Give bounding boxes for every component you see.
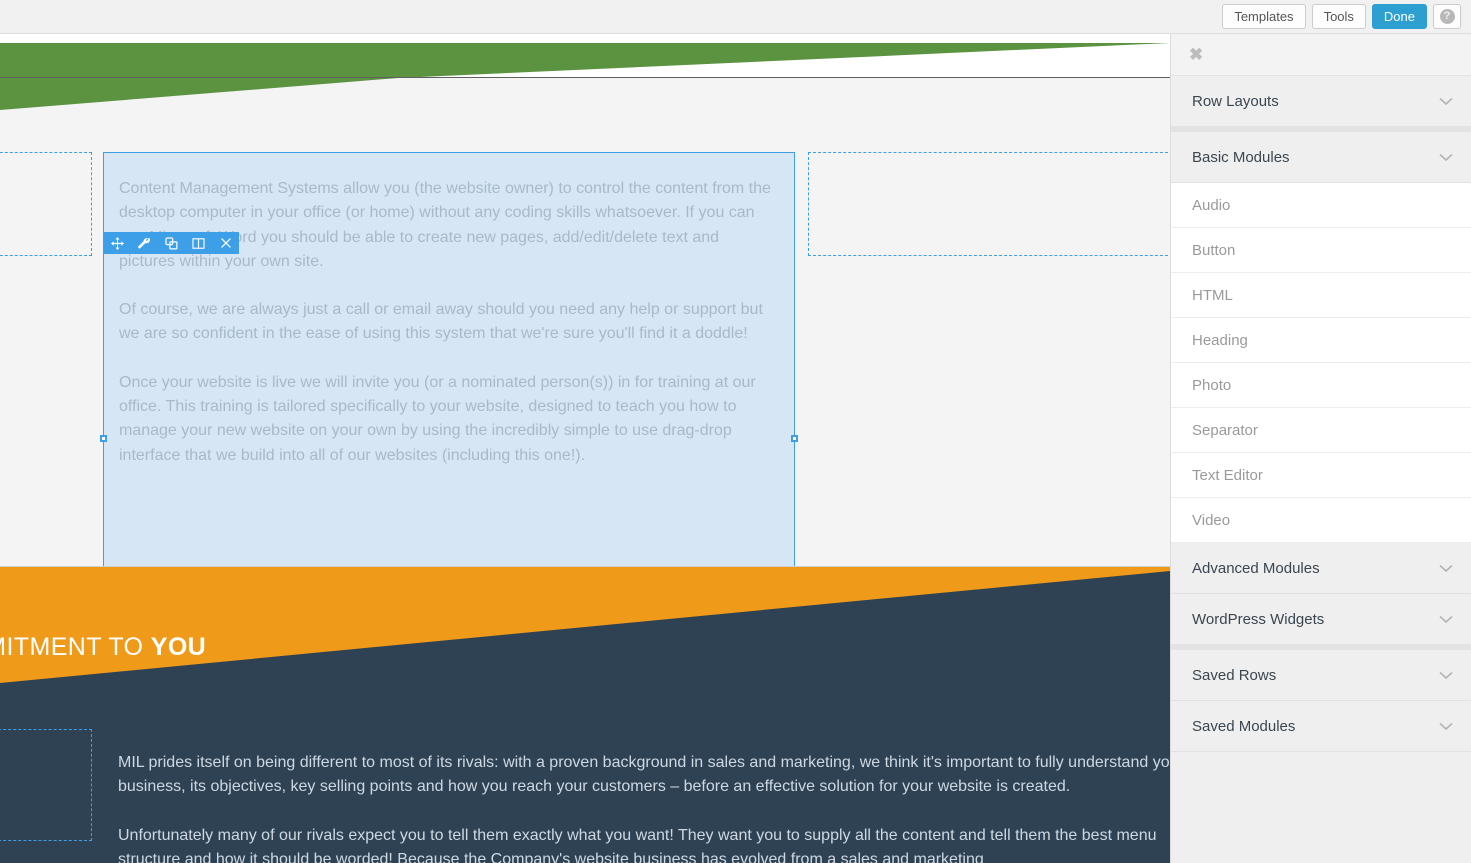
resize-handle-right[interactable] bbox=[791, 435, 798, 442]
empty-column-left[interactable] bbox=[0, 152, 92, 256]
commitment-banner: MMITMENT TO YOU bbox=[0, 566, 1170, 696]
banner-heading-normal: MMITMENT TO bbox=[0, 633, 144, 661]
chevron-down-icon bbox=[1439, 722, 1453, 730]
sidebar-empty-area bbox=[1171, 752, 1471, 863]
sidebar-group-wordpress-widgets[interactable]: WordPress Widgets bbox=[1171, 594, 1471, 645]
help-button[interactable]: ? bbox=[1433, 4, 1461, 29]
page-canvas: Content Management Systems allow you (th… bbox=[0, 34, 1170, 863]
module-toolbar bbox=[104, 232, 239, 254]
sidebar-module-separator[interactable]: Separator bbox=[1171, 408, 1471, 453]
sidebar-module-audio[interactable]: Audio bbox=[1171, 183, 1471, 228]
sidebar-module-text-editor[interactable]: Text Editor bbox=[1171, 453, 1471, 498]
sidebar-module-html[interactable]: HTML bbox=[1171, 273, 1471, 318]
sidebar-close-bar: ✖ bbox=[1171, 34, 1471, 76]
sidebar-close-icon[interactable]: ✖ bbox=[1189, 46, 1203, 63]
dark-paragraph: Unfortunately many of our rivals expect … bbox=[118, 826, 1157, 863]
sidebar-group-label: Saved Rows bbox=[1192, 666, 1277, 684]
sidebar-group-label: Basic Modules bbox=[1192, 148, 1290, 166]
banner-heading-bold: YOU bbox=[150, 633, 207, 661]
columns-icon[interactable] bbox=[185, 232, 212, 254]
sidebar-group-advanced-modules[interactable]: Advanced Modules bbox=[1171, 543, 1471, 594]
sidebar-module-heading[interactable]: Heading bbox=[1171, 318, 1471, 363]
sidebar-module-video[interactable]: Video bbox=[1171, 498, 1471, 543]
duplicate-icon[interactable] bbox=[158, 232, 185, 254]
green-wedge-lower bbox=[0, 78, 1170, 110]
dark-content-section: MIL prides itself on being different to … bbox=[0, 696, 1170, 863]
module-paragraph: Content Management Systems allow you (th… bbox=[119, 180, 771, 270]
sidebar-group-label: Advanced Modules bbox=[1192, 559, 1320, 577]
module-text-content: Content Management Systems allow you (th… bbox=[104, 153, 794, 468]
content-row-top: Content Management Systems allow you (th… bbox=[0, 110, 1170, 570]
dark-text-content: MIL prides itself on being different to … bbox=[118, 751, 1170, 863]
close-icon[interactable] bbox=[212, 232, 239, 254]
tools-button[interactable]: Tools bbox=[1311, 4, 1366, 29]
selected-text-module[interactable]: Content Management Systems allow you (th… bbox=[103, 152, 795, 570]
sidebar-group-saved-rows[interactable]: Saved Rows bbox=[1171, 645, 1471, 701]
chevron-down-icon bbox=[1439, 564, 1453, 572]
sidebar-group-saved-modules[interactable]: Saved Modules bbox=[1171, 701, 1471, 752]
site-header-strip bbox=[0, 34, 1170, 78]
sidebar-group-row-layouts[interactable]: Row Layouts bbox=[1171, 76, 1471, 127]
sidebar-module-photo[interactable]: Photo bbox=[1171, 363, 1471, 408]
module-paragraph: Once your website is live we will invite… bbox=[119, 373, 756, 464]
sidebar-module-button[interactable]: Button bbox=[1171, 228, 1471, 273]
move-icon[interactable] bbox=[104, 232, 131, 254]
sidebar-group-label: Row Layouts bbox=[1192, 92, 1279, 110]
banner-heading: MMITMENT TO YOU bbox=[0, 633, 206, 662]
chevron-down-icon bbox=[1439, 671, 1453, 679]
module-paragraph: Of course, we are always just a call or … bbox=[119, 301, 763, 343]
dark-paragraph: MIL prides itself on being different to … bbox=[118, 754, 1170, 796]
green-wedge-tail-icon bbox=[0, 78, 398, 110]
wrench-icon[interactable] bbox=[131, 232, 158, 254]
empty-column-right[interactable] bbox=[808, 152, 1170, 256]
sidebar-group-label: WordPress Widgets bbox=[1192, 610, 1325, 628]
green-wedge-icon bbox=[0, 43, 1170, 77]
chevron-down-icon bbox=[1439, 153, 1453, 161]
sidebar-group-label: Saved Modules bbox=[1192, 717, 1296, 735]
chevron-down-icon bbox=[1439, 615, 1453, 623]
chevron-down-icon bbox=[1439, 97, 1453, 105]
done-button[interactable]: Done bbox=[1371, 4, 1427, 29]
sidebar-group-basic-modules[interactable]: Basic Modules bbox=[1171, 127, 1471, 183]
empty-column-dark-left[interactable] bbox=[0, 729, 92, 841]
templates-button[interactable]: Templates bbox=[1222, 4, 1306, 29]
resize-handle-left[interactable] bbox=[100, 435, 107, 442]
builder-sidebar: ✖ Row Layouts Basic Modules Audio Button… bbox=[1170, 34, 1471, 863]
help-icon: ? bbox=[1439, 9, 1455, 24]
admin-bar: Templates Tools Done ? bbox=[0, 0, 1471, 34]
orange-diagonal-shape bbox=[0, 567, 1170, 683]
